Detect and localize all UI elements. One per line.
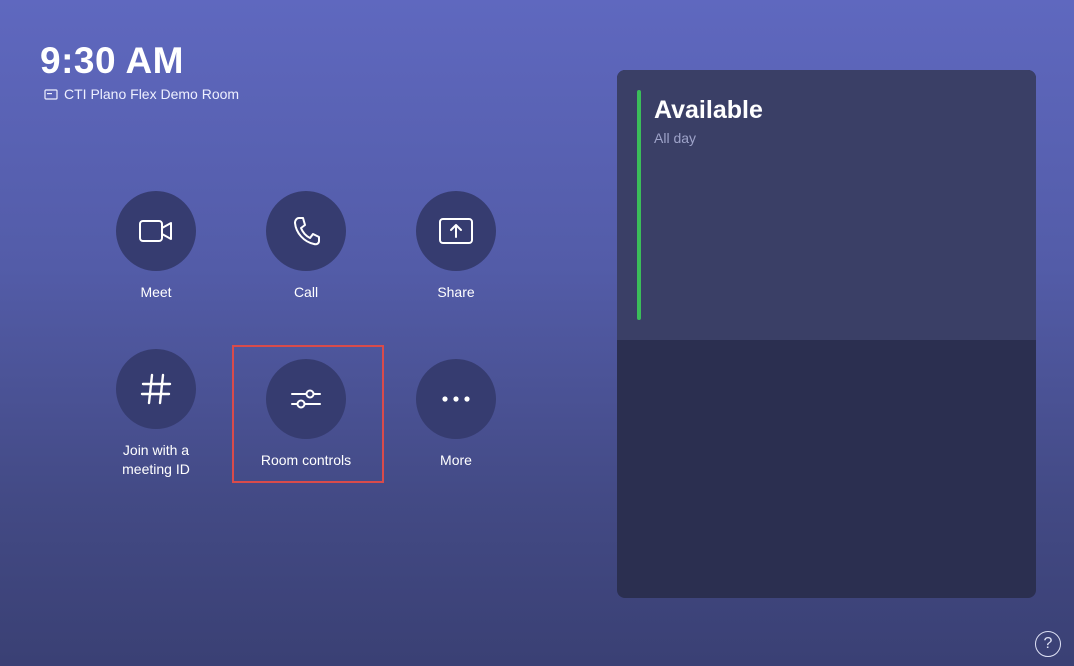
- meet-circle[interactable]: [116, 191, 196, 271]
- join-meeting-id-button[interactable]: Join with a meeting ID: [81, 349, 231, 479]
- call-circle[interactable]: [266, 191, 346, 271]
- phone-icon: [294, 217, 320, 246]
- join-label: Join with a meeting ID: [122, 442, 190, 477]
- more-circle[interactable]: [416, 359, 496, 439]
- room-name: CTI Plano Flex Demo Room: [64, 86, 240, 102]
- share-circle[interactable]: [416, 191, 496, 271]
- help-button[interactable]: ?: [1035, 631, 1061, 657]
- highlight-box: [232, 345, 384, 483]
- video-camera-icon: [139, 220, 172, 242]
- hash-icon: [140, 373, 172, 405]
- meet-button[interactable]: Meet: [81, 191, 231, 302]
- share-screen-icon: [439, 218, 473, 244]
- availability-bar: [637, 90, 641, 320]
- clock: 9:30 AM: [40, 40, 185, 81]
- share-button[interactable]: Share: [381, 191, 531, 302]
- join-circle[interactable]: [116, 349, 196, 429]
- call-button[interactable]: Call: [231, 191, 381, 302]
- availability-status: Available: [654, 96, 763, 124]
- availability-card[interactable]: Available All day: [617, 70, 1036, 340]
- call-label: Call: [293, 284, 319, 300]
- more-button[interactable]: More: [381, 359, 531, 470]
- room-info: CTI Plano Flex Demo Room: [44, 86, 239, 102]
- display-icon: [44, 88, 58, 100]
- calendar-panel: Available All day: [617, 70, 1036, 598]
- help-icon: ?: [1043, 635, 1053, 652]
- meet-label: Meet: [140, 284, 172, 300]
- more-label: More: [440, 452, 472, 468]
- share-label: Share: [437, 284, 475, 300]
- availability-subtitle: All day: [654, 130, 697, 146]
- more-dots-icon: [442, 396, 470, 402]
